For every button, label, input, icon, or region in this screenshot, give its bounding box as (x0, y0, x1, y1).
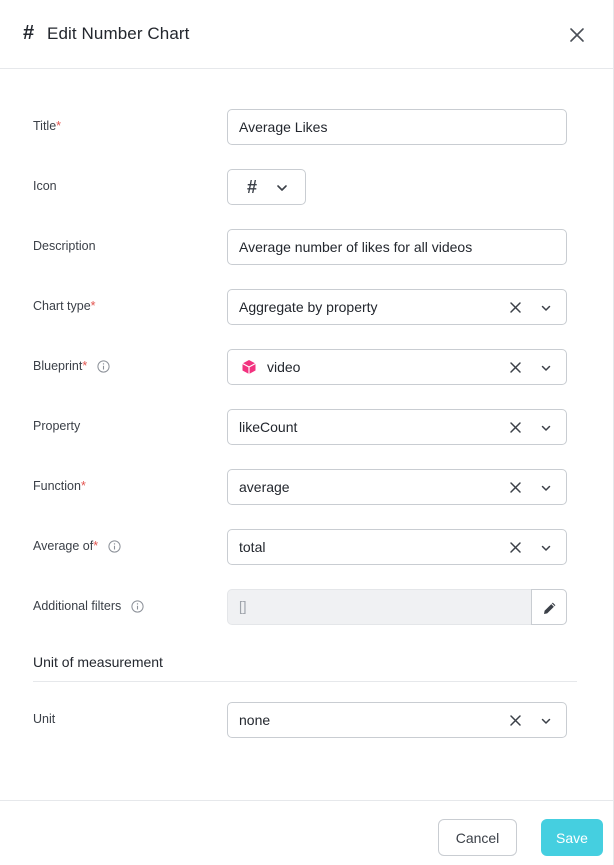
chart-type-label: Chart type* (33, 299, 96, 313)
title-input[interactable]: Average Likes (227, 109, 567, 145)
additional-filters-label: Additional filters (33, 599, 144, 613)
clear-icon[interactable] (509, 361, 522, 374)
dialog-header: # Edit Number Chart (0, 0, 614, 69)
blueprint-label: Blueprint* (33, 359, 110, 373)
additional-filters-placeholder: [] (239, 599, 247, 614)
edit-number-chart-dialog: # Edit Number Chart Title* Average Likes… (0, 0, 614, 865)
pencil-icon (544, 602, 556, 614)
blueprint-select[interactable]: video (227, 349, 567, 385)
icon-label: Icon (33, 179, 57, 193)
hash-icon: # (23, 22, 35, 44)
save-button[interactable]: Save (541, 819, 603, 856)
chevron-down-icon (277, 185, 287, 191)
unit-value: none (239, 712, 271, 728)
average-of-label: Average of* (33, 539, 121, 553)
hash-icon: # (247, 177, 258, 197)
description-input[interactable]: Average number of likes for all videos (227, 229, 567, 265)
property-label: Property (33, 419, 81, 433)
info-icon[interactable] (131, 599, 144, 613)
cube-icon (242, 360, 256, 374)
unit-select[interactable]: none (227, 702, 567, 738)
average-of-value: total (239, 539, 266, 555)
edit-filters-button[interactable] (531, 589, 567, 625)
property-value: likeCount (239, 419, 298, 435)
description-input-value: Average number of likes for all videos (239, 239, 473, 255)
chevron-down-icon[interactable] (540, 542, 552, 554)
chevron-down-icon[interactable] (540, 362, 552, 374)
additional-filters-field: [] (227, 589, 567, 625)
chevron-down-icon[interactable] (540, 422, 552, 434)
chart-type-value: Aggregate by property (239, 299, 378, 315)
average-of-select[interactable]: total (227, 529, 567, 565)
blueprint-value: video (267, 359, 301, 375)
property-select[interactable]: likeCount (227, 409, 567, 445)
icon-select[interactable]: # (227, 169, 306, 205)
title-label: Title* (33, 119, 62, 133)
chevron-down-icon[interactable] (540, 715, 552, 727)
clear-icon[interactable] (509, 481, 522, 494)
chevron-down-icon[interactable] (540, 302, 552, 314)
description-label: Description (33, 239, 96, 253)
info-icon[interactable] (97, 359, 110, 373)
unit-section-title: Unit of measurement (33, 654, 163, 670)
chevron-down-icon[interactable] (540, 482, 552, 494)
dialog-title: Edit Number Chart (47, 24, 190, 43)
info-icon[interactable] (108, 539, 121, 553)
title-input-value: Average Likes (239, 119, 328, 135)
clear-icon[interactable] (509, 541, 522, 554)
chart-type-select[interactable]: Aggregate by property (227, 289, 567, 325)
cancel-button[interactable]: Cancel (438, 819, 517, 856)
dialog-footer: Cancel Save (0, 800, 614, 865)
function-select[interactable]: average (227, 469, 567, 505)
clear-icon[interactable] (509, 714, 522, 727)
close-icon[interactable] (566, 24, 588, 46)
clear-icon[interactable] (509, 421, 522, 434)
unit-label: Unit (33, 712, 56, 726)
function-value: average (239, 479, 290, 495)
clear-icon[interactable] (509, 301, 522, 314)
section-divider (33, 681, 577, 682)
function-label: Function* (33, 479, 86, 493)
